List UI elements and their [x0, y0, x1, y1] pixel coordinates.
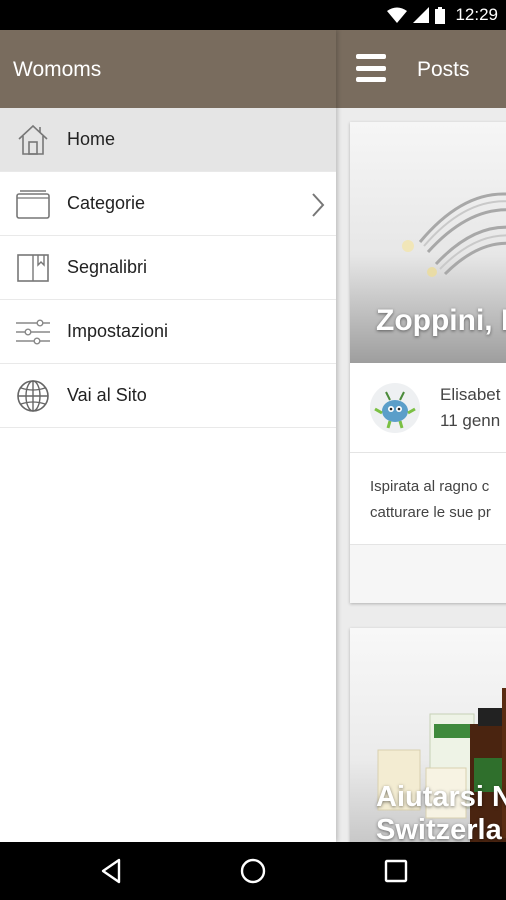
menu-item-segnalibri[interactable]: Segnalibri	[0, 236, 336, 300]
menu-item-vai-al-sito[interactable]: Vai al Sito	[0, 364, 336, 428]
post-image: Zoppini, F	[350, 122, 506, 363]
signal-icon	[413, 7, 430, 23]
folder-icon	[16, 190, 50, 219]
drawer-header: Womoms	[0, 30, 336, 108]
post-image: Aiutarsi N Switzerla	[350, 628, 506, 842]
post-card-footer	[350, 544, 506, 603]
post-title-line: Switzerla	[376, 814, 502, 842]
post-date: 11 genn	[440, 411, 501, 430]
posts-title: Posts	[417, 58, 470, 81]
post-title: Aiutarsi N Switzerla	[376, 781, 506, 842]
menu-item-categorie[interactable]: Categorie	[0, 172, 336, 236]
hamburger-menu-icon[interactable]	[356, 54, 386, 82]
excerpt-line: catturare le sue pr	[370, 504, 491, 521]
author-row: Elisabet 11 genn	[350, 363, 506, 453]
home-icon	[18, 124, 48, 155]
menu-item-label: Segnalibri	[67, 257, 148, 277]
bookmark-icon	[17, 254, 49, 282]
menu-item-label: Home	[67, 129, 116, 149]
posts-app-bar: Posts	[336, 30, 506, 108]
system-nav-bar	[0, 842, 506, 900]
post-excerpt: Ispirata al ragno c catturare le sue pr	[370, 474, 506, 526]
status-bar: 12:29	[0, 0, 506, 30]
recents-icon[interactable]	[381, 856, 411, 886]
app-title: Womoms	[13, 58, 102, 81]
wifi-icon	[387, 7, 408, 23]
author-avatar	[370, 383, 420, 433]
sliders-icon	[16, 319, 50, 345]
menu-item-label: Vai al Sito	[67, 385, 147, 405]
excerpt-line: Ispirata al ragno c	[370, 478, 490, 495]
app: Posts Zoppini, F Elisabet 11 genn Ispira…	[0, 30, 506, 842]
navigation-drawer: Womoms Home Categorie Segnalibri Imposta…	[0, 30, 336, 842]
menu-item-impostazioni[interactable]: Impostazioni	[0, 300, 336, 364]
status-icons: 12:29	[387, 5, 498, 25]
drawer-menu: Home Categorie Segnalibri Impostazioni V…	[0, 108, 336, 428]
author-name: Elisabet	[440, 385, 501, 404]
post-title-line: Aiutarsi N	[376, 781, 506, 813]
menu-item-label: Categorie	[67, 193, 146, 213]
post-title: Zoppini, F	[376, 304, 506, 337]
post-card[interactable]: Zoppini, F Elisabet 11 genn Ispirata al …	[350, 122, 506, 603]
back-icon[interactable]	[97, 856, 127, 886]
chevron-right-icon	[312, 193, 325, 217]
menu-item-home[interactable]: Home	[0, 108, 336, 172]
globe-icon	[17, 380, 49, 412]
battery-icon	[435, 6, 446, 24]
menu-item-label: Impostazioni	[67, 321, 169, 341]
clock: 12:29	[455, 5, 498, 24]
post-card[interactable]: Aiutarsi N Switzerla	[350, 628, 506, 842]
home-button-icon[interactable]	[238, 856, 268, 886]
